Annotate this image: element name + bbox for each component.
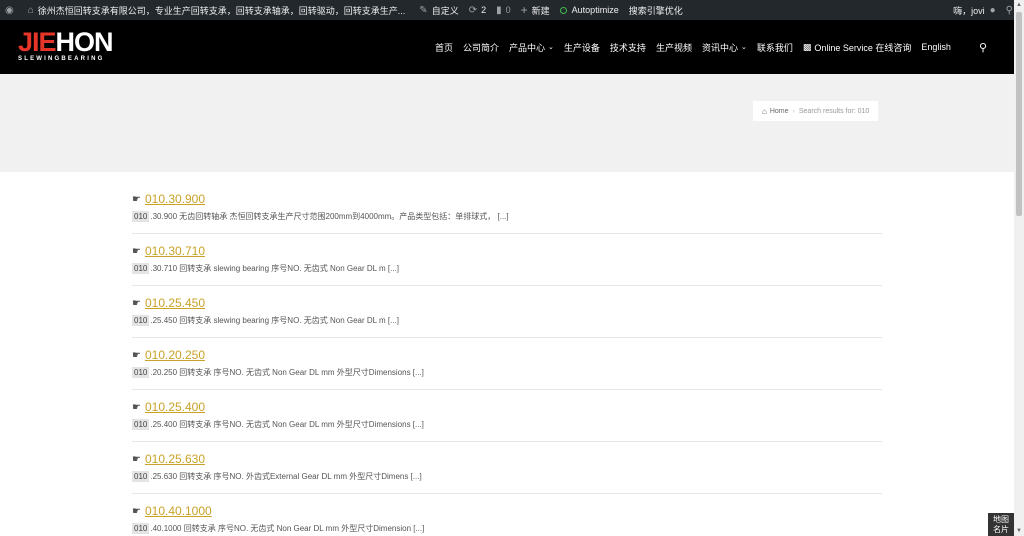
nav-item-support[interactable]: 技术支持 (605, 41, 651, 54)
search-icon: ⚲ (1005, 4, 1013, 16)
nav-item-online-service[interactable]: ▩ Online Service 在线咨询 (798, 41, 917, 54)
nav-item-home[interactable]: 首页 (430, 41, 458, 54)
updates-icon: ⟳ (468, 4, 478, 16)
breadcrumb: ⌂ Home › Search results for: 010 (753, 101, 879, 121)
scroll-down-arrow-icon[interactable]: ▼ (1014, 526, 1024, 536)
result-title-link[interactable]: 010.25.450 (145, 296, 205, 310)
result-excerpt: 010.25.630 回转支承 序号NO. 外齿式External Gear D… (132, 471, 422, 482)
result-excerpt: 010.30.710 回转支承 slewing bearing 序号NO. 无齿… (132, 263, 400, 274)
autoptimize-label: Autoptimize (571, 5, 619, 15)
result-title-link[interactable]: 010.20.250 (145, 348, 205, 362)
logo-tagline: SLEWINGBEARING (18, 56, 105, 62)
list-item: ☛ 010.30.900 010.30.900 无齿回转轴承 杰恒回转支承生产尺寸… (132, 182, 882, 234)
header-search-button[interactable]: ⚲ (974, 41, 992, 54)
site-header: JIEHON SLEWINGBEARING 首页 公司简介 产品中心 ⌄ 生产设备… (0, 20, 1014, 74)
updates-count: 2 (481, 5, 487, 15)
plus-icon: + (520, 3, 528, 17)
home-icon: ⌂ (27, 4, 34, 16)
nav-item-products[interactable]: 产品中心 ⌄ (504, 41, 559, 54)
map-badge-line2: 名片 (993, 525, 1009, 534)
user-avatar-icon: ● (989, 4, 996, 16)
brush-icon: ✎ (419, 4, 428, 16)
home-icon: ⌂ (762, 106, 767, 116)
nav-item-videos[interactable]: 生产视频 (651, 41, 697, 54)
search-highlight: 010 (132, 315, 150, 326)
breadcrumb-home-link[interactable]: Home (770, 108, 789, 115)
result-excerpt: 010.40.1000 回转支承 序号NO. 无齿式 Non Gear DL m… (132, 523, 425, 534)
my-account-menu[interactable]: 嗨，jovi ● (948, 0, 1001, 20)
new-content-menu[interactable]: + 新建 (516, 0, 555, 20)
admin-bar: ◉ ⌂ 徐州杰恒回转支承有限公司，专业生产回转支承，回转支承轴承，回转驱动，回转… (0, 0, 1024, 20)
hand-point-right-icon: ☛ (132, 505, 141, 517)
site-name-menu[interactable]: ⌂ 徐州杰恒回转支承有限公司，专业生产回转支承，回转支承轴承，回转驱动，回转支承… (23, 0, 411, 20)
site-name: 徐州杰恒回转支承有限公司，专业生产回转支承，回转支承轴承，回转驱动，回转支承生产… (37, 5, 406, 16)
comments-count: 0 (505, 5, 511, 15)
result-excerpt: 010.20.250 回转支承 序号NO. 无齿式 Non Gear DL mm… (132, 367, 424, 378)
seo-menu[interactable]: 搜索引擎优化 (624, 0, 688, 20)
logo-wordmark: JIEHON (18, 27, 114, 57)
main-navigation: 首页 公司简介 产品中心 ⌄ 生产设备 技术支持 生产视频 资讯中心 ⌄ 联系我们 … (430, 20, 992, 74)
greeting: 嗨，jovi (953, 5, 985, 16)
list-item: ☛ 010.30.710 010.30.710 回转支承 slewing bear… (132, 234, 882, 286)
hand-point-right-icon: ☛ (132, 245, 141, 257)
hand-point-right-icon: ☛ (132, 453, 141, 465)
search-highlight: 010 (132, 367, 150, 378)
list-item: ☛ 010.25.630 010.25.630 回转支承 序号NO. 外齿式Ext… (132, 442, 882, 494)
result-excerpt: 010.30.900 无齿回转轴承 杰恒回转支承生产尺寸范围200mm到4000… (132, 211, 509, 222)
result-excerpt: 010.25.400 回转支承 序号NO. 无齿式 Non Gear DL mm… (132, 419, 424, 430)
page-title-band: ⌂ Home › Search results for: 010 (0, 74, 1014, 172)
nav-item-contact[interactable]: 联系我们 (752, 41, 798, 54)
search-highlight: 010 (132, 523, 150, 534)
chevron-down-icon: ⌄ (548, 44, 554, 51)
map-badge-line1: 地图 (993, 515, 1009, 524)
comment-icon: ▮ (496, 4, 502, 16)
nav-item-news[interactable]: 资讯中心 ⌄ (697, 41, 752, 54)
customize-label: 自定义 (431, 5, 459, 16)
nav-item-about[interactable]: 公司简介 (458, 41, 504, 54)
hand-point-right-icon: ☛ (132, 297, 141, 309)
list-item: ☛ 010.25.400 010.25.400 回转支承 序号NO. 无齿式 No… (132, 390, 882, 442)
list-item: ☛ 010.20.250 010.20.250 回转支承 序号NO. 无齿式 No… (132, 338, 882, 390)
list-item: ☛ 010.25.450 010.25.450 回转支承 slewing bear… (132, 286, 882, 338)
chevron-down-icon: ⌄ (740, 44, 747, 51)
result-title-link[interactable]: 010.30.710 (145, 244, 205, 258)
updates-menu[interactable]: ⟳ 2 (464, 0, 491, 20)
search-icon: ⚲ (978, 41, 987, 54)
hand-point-right-icon: ☛ (132, 193, 141, 205)
chat-icon: ▩ (802, 41, 812, 52)
scrollbar-thumb[interactable] (1016, 12, 1022, 216)
site-logo[interactable]: JIEHON SLEWINGBEARING (18, 27, 118, 64)
nav-item-equipment[interactable]: 生产设备 (559, 41, 605, 54)
search-highlight: 010 (132, 471, 150, 482)
wordpress-icon: ◉ (5, 4, 14, 16)
seo-label: 搜索引擎优化 (628, 5, 683, 16)
search-results: ☛ 010.30.900 010.30.900 无齿回转轴承 杰恒回转支承生产尺寸… (132, 182, 882, 536)
breadcrumb-separator: › (792, 107, 795, 115)
list-item: ☛ 010.40.1000 010.40.1000 回转支承 序号NO. 无齿式 … (132, 494, 882, 536)
scroll-up-arrow-icon[interactable]: ▲ (1014, 0, 1024, 10)
result-title-link[interactable]: 010.25.400 (145, 400, 205, 414)
result-excerpt: 010.25.450 回转支承 slewing bearing 序号NO. 无齿… (132, 315, 400, 326)
new-label: 新建 (531, 5, 550, 16)
autoptimize-menu[interactable]: Autoptimize (555, 0, 624, 20)
page-scrollbar[interactable]: ▲ ▼ (1014, 0, 1024, 536)
search-highlight: 010 (132, 211, 150, 222)
nav-item-english[interactable]: English (916, 42, 956, 52)
hand-point-right-icon: ☛ (132, 401, 141, 413)
wp-logo-menu[interactable]: ◉ (0, 0, 23, 20)
comments-menu[interactable]: ▮ 0 (491, 0, 516, 20)
result-title-link[interactable]: 010.40.1000 (145, 504, 212, 518)
result-title-link[interactable]: 010.25.630 (145, 452, 205, 466)
status-circle-icon (559, 6, 567, 14)
breadcrumb-current: Search results for: 010 (798, 107, 870, 115)
search-highlight: 010 (132, 263, 150, 274)
map-card-badge[interactable]: 地图 名片 (988, 513, 1014, 536)
hand-point-right-icon: ☛ (132, 349, 141, 361)
customize-menu[interactable]: ✎ 自定义 (414, 0, 463, 20)
search-highlight: 010 (132, 419, 150, 430)
result-title-link[interactable]: 010.30.900 (145, 192, 205, 206)
